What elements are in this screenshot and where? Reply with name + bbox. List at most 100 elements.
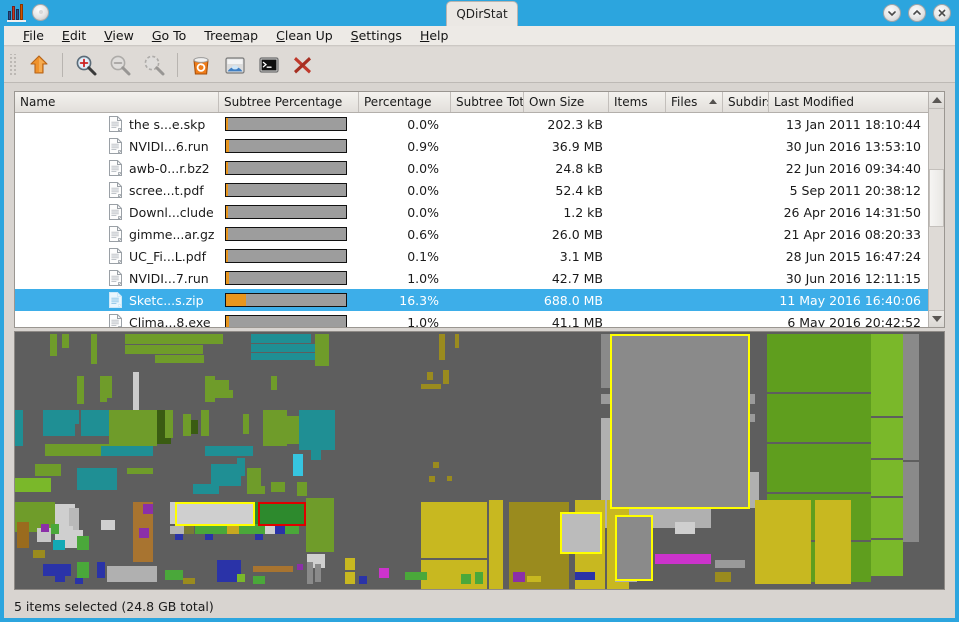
treemap-tile[interactable]	[903, 462, 919, 542]
treemap-tile[interactable]	[143, 504, 153, 514]
treemap-tile[interactable]	[215, 390, 233, 398]
scrollbar-thumb[interactable]	[929, 169, 944, 227]
treemap-tile[interactable]	[165, 410, 173, 438]
treemap-tile[interactable]	[443, 370, 449, 384]
treemap-tile[interactable]	[827, 444, 871, 492]
treemap-tile[interactable]	[135, 432, 157, 446]
treemap-tile[interactable]	[53, 540, 65, 550]
column-header-subtree-total[interactable]: Subtree Tot	[451, 92, 524, 112]
treemap-tile[interactable]	[871, 540, 903, 576]
treemap-tile[interactable]	[205, 376, 215, 402]
treemap-tile[interactable]	[107, 376, 112, 398]
treemap-tile[interactable]	[175, 534, 183, 540]
treemap-tile[interactable]	[871, 498, 903, 538]
treemap-tile[interactable]	[77, 536, 89, 550]
treemap-tile[interactable]	[183, 414, 191, 436]
column-header-subdirs[interactable]: Subdirs	[723, 92, 769, 112]
minimize-button[interactable]	[883, 4, 901, 22]
menu-clean-up[interactable]: Clean Up	[267, 27, 342, 44]
treemap-tile[interactable]	[109, 410, 135, 432]
treemap-tile[interactable]	[871, 460, 903, 496]
treemap-tile[interactable]	[193, 484, 219, 494]
treemap-tile[interactable]	[77, 376, 84, 404]
treemap-tile[interactable]	[575, 548, 605, 589]
treemap-tile[interactable]	[15, 502, 55, 518]
table-row[interactable]: gimme...ar.gz 0.6% 26.0 MB 21 Apr 2016 08:2…	[15, 223, 944, 245]
treemap-tile[interactable]	[359, 576, 367, 584]
treemap-tile[interactable]	[439, 334, 445, 360]
table-row[interactable]: the s...e.skp 0.0% 202.3 kB 13 Jan 2011 18:…	[15, 113, 944, 135]
treemap-tile[interactable]	[767, 334, 827, 392]
treemap-tile[interactable]	[33, 550, 45, 558]
treemap-tile[interactable]	[455, 334, 459, 348]
column-header-last-modified[interactable]: Last Modified	[769, 92, 929, 112]
treemap-tile[interactable]	[513, 572, 525, 582]
treemap-tile[interactable]	[62, 334, 69, 348]
treemap-tile[interactable]	[143, 334, 161, 344]
treemap-tile[interactable]	[306, 498, 334, 530]
treemap-tile[interactable]	[101, 520, 115, 530]
table-row[interactable]: Downl...clude 0.0% 1.2 kB 26 Apr 2016 14:31…	[15, 201, 944, 223]
treemap-tile[interactable]	[767, 394, 827, 442]
treemap-tile[interactable]	[125, 334, 143, 344]
treemap-tile[interactable]	[247, 486, 265, 494]
treemap-tile[interactable]	[433, 462, 439, 468]
treemap-tile[interactable]	[75, 578, 83, 584]
treemap-tile-selected-file-1[interactable]	[175, 502, 255, 526]
treemap-tile[interactable]	[251, 334, 281, 343]
treemap-tile[interactable]	[41, 524, 49, 532]
treemap-tile[interactable]	[161, 334, 179, 344]
treemap-tile[interactable]	[173, 345, 189, 354]
go-up-button[interactable]	[24, 50, 54, 80]
treemap-tile[interactable]	[827, 394, 871, 442]
treemap-tile[interactable]	[871, 334, 903, 378]
treemap-tile[interactable]	[405, 572, 427, 580]
table-row[interactable]: NVIDI...6.run 0.9% 36.9 MB 30 Jun 2016 13:5…	[15, 135, 944, 157]
toolbar-drag-handle[interactable]	[9, 53, 18, 76]
table-row[interactable]: NVIDI...7.run 1.0% 42.7 MB 30 Jun 2016 12:1…	[15, 267, 944, 289]
table-row[interactable]: Sketc...s.zip 16.3% 688.0 MB 11 May 2016 16…	[15, 289, 944, 311]
scroll-up-button[interactable]	[929, 92, 944, 109]
treemap-tile[interactable]	[871, 418, 903, 458]
delete-button[interactable]	[288, 50, 318, 80]
treemap-tile[interactable]	[315, 564, 321, 582]
treemap-tile[interactable]	[345, 558, 355, 570]
treemap-tile[interactable]	[307, 562, 313, 584]
treemap-tile[interactable]	[127, 468, 153, 474]
treemap-tile[interactable]	[429, 476, 435, 482]
treemap-tile[interactable]	[35, 464, 61, 476]
treemap-tile[interactable]	[97, 562, 105, 578]
treemap-tile[interactable]	[755, 500, 811, 544]
zoom-reset-button[interactable]	[139, 50, 169, 80]
treemap-tile[interactable]	[157, 345, 173, 354]
column-header-own-size[interactable]: Own Size	[524, 92, 609, 112]
treemap-tile[interactable]	[297, 482, 307, 496]
treemap-tile[interactable]	[755, 544, 811, 584]
column-header-files[interactable]: Files	[666, 92, 723, 112]
treemap-tile[interactable]	[715, 572, 731, 582]
treemap-tile[interactable]	[871, 378, 903, 416]
treemap-tile[interactable]	[194, 355, 204, 363]
treemap-tile[interactable]	[77, 468, 117, 480]
menu-help[interactable]: Help	[411, 27, 458, 44]
treemap-tile[interactable]	[345, 572, 355, 584]
treemap-tile-selected-large-file[interactable]	[610, 334, 750, 509]
treemap-tile[interactable]	[179, 334, 201, 344]
treemap-tile[interactable]	[141, 345, 157, 354]
treemap-tile[interactable]	[293, 454, 303, 476]
treemap-tile[interactable]	[271, 376, 277, 390]
open-terminal-button[interactable]	[254, 50, 284, 80]
column-header-percentage[interactable]: Percentage	[359, 92, 451, 112]
maximize-button[interactable]	[908, 4, 926, 22]
tree-vertical-scrollbar[interactable]	[928, 92, 944, 327]
treemap-tile[interactable]	[133, 372, 139, 410]
treemap-tile[interactable]	[191, 420, 198, 434]
treemap-tile[interactable]	[51, 524, 59, 534]
treemap-tile[interactable]	[155, 355, 168, 363]
treemap-tile[interactable]	[461, 574, 471, 584]
treemap-tile[interactable]	[15, 410, 23, 446]
column-header-items[interactable]: Items	[609, 92, 666, 112]
window-menu-icon[interactable]	[32, 4, 49, 21]
treemap-tile[interactable]	[827, 334, 871, 392]
treemap-tile[interactable]	[139, 528, 149, 538]
